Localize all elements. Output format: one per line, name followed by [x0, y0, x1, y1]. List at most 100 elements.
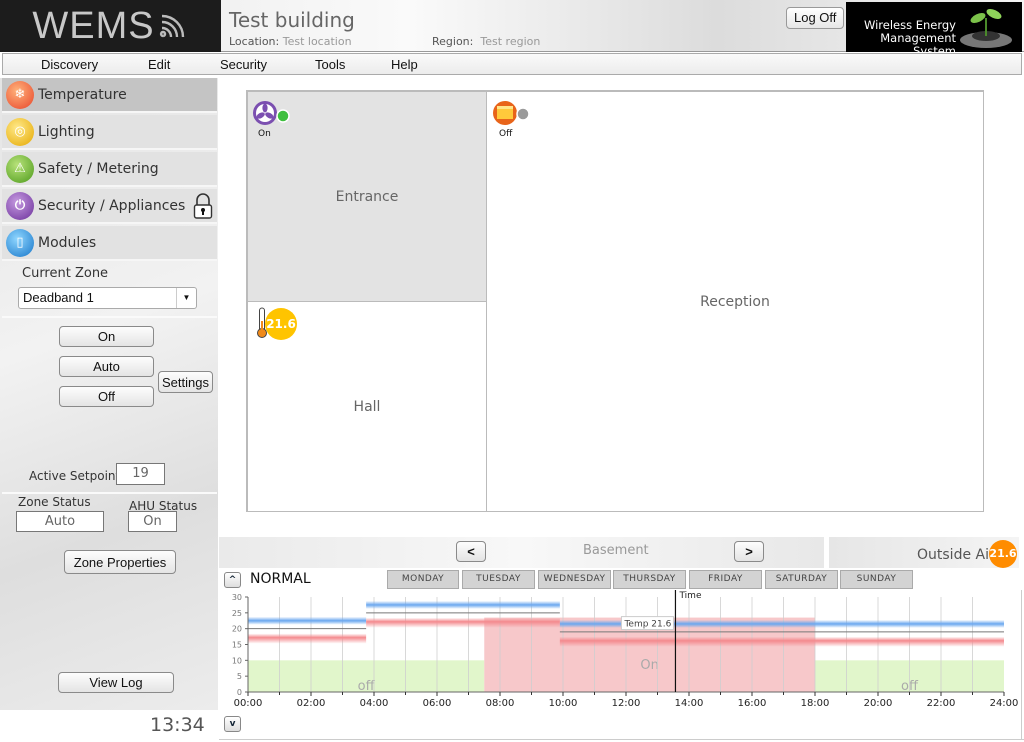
- mode-off-button[interactable]: Off: [59, 386, 154, 407]
- series-lower-setpoint: [366, 617, 560, 628]
- expand-down-button[interactable]: v: [224, 716, 241, 732]
- tab-thursday[interactable]: THURSDAY: [613, 570, 686, 589]
- tab-sunday[interactable]: SUNDAY: [840, 570, 913, 589]
- y-tick-label: 10: [232, 656, 242, 665]
- series-lower-setpoint: [248, 633, 367, 644]
- x-tick-label: 16:00: [738, 698, 767, 709]
- region-label: Region:: [432, 35, 474, 48]
- zone-status-label: Zone Status: [18, 495, 91, 509]
- blind-device[interactable]: Off: [492, 100, 532, 139]
- divider: [219, 739, 1024, 740]
- room-label: Entrance: [335, 188, 399, 205]
- temperature-badge: 21.6: [265, 308, 297, 340]
- status-dot-on: [276, 109, 290, 123]
- x-tick-label: 08:00: [486, 698, 515, 709]
- x-tick-label: 00:00: [234, 698, 263, 709]
- mode-auto-button[interactable]: Auto: [59, 356, 154, 377]
- thermometer-snowflake-icon: ❄: [6, 80, 34, 109]
- thermometer-device[interactable]: 21.6: [255, 307, 300, 340]
- outside-air-badge: 21.6: [989, 540, 1017, 568]
- sidebar-item-modules[interactable]: ▯ Modules: [2, 226, 217, 261]
- lightbulb-icon: ◎: [6, 117, 34, 146]
- active-setpoint-value: 19: [116, 463, 165, 485]
- chevron-up-icon: ^: [228, 575, 237, 585]
- brand-banner: Wireless Energy Management System: [846, 2, 1022, 58]
- security-appliance-icon: ⏻: [6, 191, 34, 220]
- location-value: Test location: [282, 35, 352, 48]
- y-tick-label: 15: [232, 641, 242, 650]
- blind-state: Off: [499, 129, 513, 139]
- floor-name: Basement: [583, 543, 649, 558]
- tab-wednesday[interactable]: WEDNESDAY: [538, 570, 611, 589]
- menu-edit[interactable]: Edit: [148, 57, 170, 72]
- schedule-chart: offOnoff 05101520253000:00 02:00 04:00 06:0…: [232, 590, 1019, 709]
- sidebar-item-safety-metering[interactable]: ⚠ Safety / Metering: [2, 152, 217, 187]
- fan-device[interactable]: On: [252, 100, 292, 139]
- ahu-status-value: On: [128, 511, 177, 532]
- wireless-signal-icon: [159, 14, 184, 38]
- active-setpoint-label: Active Setpoint: [29, 469, 121, 483]
- current-time-label: Time: [678, 591, 701, 601]
- y-tick-label: 5: [237, 672, 242, 681]
- x-tick-label: 24:00: [990, 698, 1019, 709]
- series-lower-setpoint: [559, 636, 1004, 647]
- current-zone-value: Deadband 1: [23, 290, 94, 305]
- x-tick-label: 12:00: [612, 698, 641, 709]
- room-label: Hall: [353, 398, 381, 415]
- sidebar-item-security-appliances[interactable]: ⏻ Security / Appliances: [2, 189, 217, 224]
- chevron-down-icon: v: [229, 719, 236, 729]
- divider: [2, 492, 217, 494]
- sidebar-item-label: Lighting: [38, 123, 95, 140]
- region-info: Region: Test region: [432, 35, 540, 48]
- x-tick-label: 20:00: [864, 698, 893, 709]
- clock: 13:34: [150, 714, 205, 736]
- wems-logo: WEMS: [0, 0, 221, 52]
- x-tick-label: 04:00: [360, 698, 389, 709]
- sidebar-item-label: Safety / Metering: [38, 160, 159, 177]
- fan-icon: [253, 101, 290, 125]
- x-tick-label: 14:00: [675, 698, 704, 709]
- current-zone-label: Current Zone: [22, 266, 109, 281]
- view-log-button[interactable]: View Log: [58, 672, 174, 693]
- y-tick-label: 25: [232, 609, 242, 618]
- room-label: Reception: [700, 293, 770, 310]
- current-zone-select[interactable]: Deadband 1 ▼: [18, 287, 197, 309]
- menu-bar: Discovery Edit Security Tools Help: [2, 53, 1022, 75]
- blind-icon: [493, 101, 530, 125]
- sidebar-item-label: Security / Appliances: [38, 197, 186, 214]
- room-reception[interactable]: Reception: [486, 91, 984, 512]
- series-upper-setpoint: [366, 600, 560, 609]
- sidebar-item-temperature[interactable]: ❄ Temperature: [2, 78, 217, 113]
- location-label: Location:: [229, 35, 280, 48]
- building-name: Test building: [229, 8, 355, 32]
- outside-air-label: Outside Air: [917, 547, 995, 563]
- divider: [2, 316, 217, 318]
- temp-tooltip: Temp 21.6: [623, 620, 671, 630]
- warning-icon: ⚠: [6, 154, 34, 183]
- log-off-button[interactable]: Log Off: [786, 7, 845, 29]
- padlock-icon: [194, 192, 213, 219]
- menu-help[interactable]: Help: [391, 57, 418, 72]
- settings-button[interactable]: Settings: [158, 371, 213, 393]
- schedule-mode: NORMAL: [250, 571, 311, 587]
- sidebar-item-lighting[interactable]: ◎ Lighting: [2, 115, 217, 150]
- state-band-label: On: [640, 658, 658, 673]
- tab-saturday[interactable]: SATURDAY: [765, 570, 838, 589]
- menu-security[interactable]: Security: [220, 57, 267, 72]
- x-tick-label: 06:00: [423, 698, 452, 709]
- next-floor-button[interactable]: >: [734, 541, 764, 562]
- x-tick-label: 02:00: [297, 698, 326, 709]
- tab-friday[interactable]: FRIDAY: [689, 570, 762, 589]
- mode-on-button[interactable]: On: [59, 326, 154, 347]
- zone-properties-button[interactable]: Zone Properties: [64, 550, 176, 574]
- menu-tools[interactable]: Tools: [315, 57, 345, 72]
- menu-discovery[interactable]: Discovery: [41, 57, 98, 72]
- zone-status-value: Auto: [16, 511, 104, 532]
- tab-monday[interactable]: MONDAY: [387, 570, 459, 589]
- collapse-up-button[interactable]: ^: [224, 572, 241, 588]
- series-upper-setpoint: [248, 616, 367, 625]
- x-tick-label: 10:00: [549, 698, 578, 709]
- previous-floor-button[interactable]: <: [456, 541, 486, 562]
- tab-tuesday[interactable]: TUESDAY: [462, 570, 535, 589]
- region-value: Test region: [480, 35, 541, 48]
